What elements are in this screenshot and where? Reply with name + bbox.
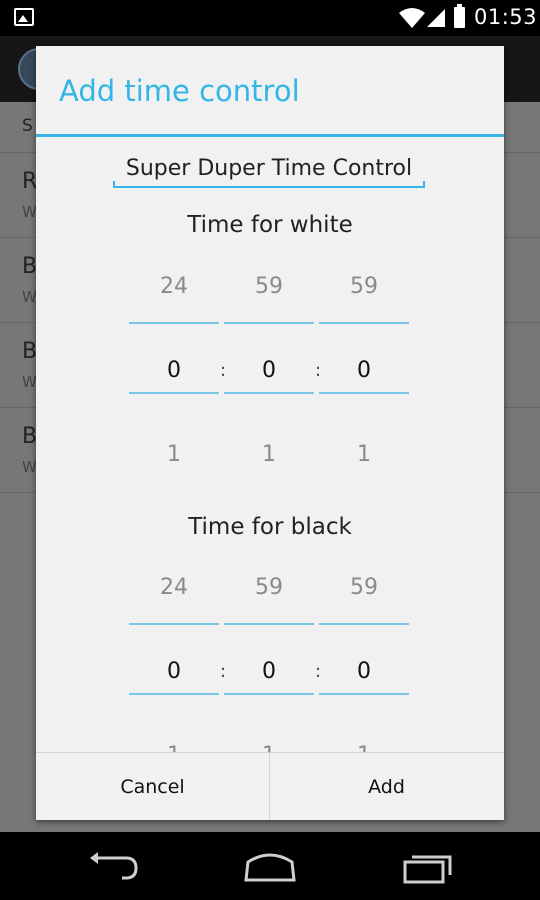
seconds-current-value[interactable]: 0 — [319, 358, 409, 383]
black-hours-picker[interactable]: 24 0 1 — [129, 563, 219, 752]
title-divider — [36, 134, 504, 137]
picker-divider — [319, 623, 409, 625]
status-bar: 01:53 — [0, 0, 540, 36]
hours-current-value[interactable]: 0 — [129, 358, 219, 383]
navigation-bar — [0, 832, 540, 900]
hours-prev-value[interactable]: 24 — [129, 274, 219, 299]
hours-next-value[interactable]: 1 — [129, 743, 219, 752]
minutes-next-value[interactable]: 1 — [224, 743, 314, 752]
white-minutes-picker[interactable]: 59 0 1 — [224, 262, 314, 467]
time-control-name-input[interactable] — [113, 148, 425, 188]
white-time-picker: 24 0 1 : 59 0 1 : 59 0 1 — [129, 262, 409, 467]
picker-divider — [224, 322, 314, 324]
seconds-prev-value[interactable]: 59 — [319, 575, 409, 600]
cancel-button[interactable]: Cancel — [36, 753, 269, 820]
seconds-prev-value[interactable]: 59 — [319, 274, 409, 299]
home-icon[interactable] — [240, 846, 300, 886]
name-input-underline — [113, 181, 425, 188]
add-time-control-dialog: Add time control Time for white 24 0 1 :… — [36, 46, 504, 820]
picker-divider — [224, 693, 314, 695]
picker-divider — [224, 392, 314, 394]
wifi-icon — [399, 8, 425, 28]
picker-divider — [129, 693, 219, 695]
hours-prev-value[interactable]: 24 — [129, 575, 219, 600]
black-time-label: Time for black — [188, 514, 352, 540]
minutes-current-value[interactable]: 0 — [224, 659, 314, 684]
signal-icon — [427, 9, 445, 27]
picker-divider — [129, 392, 219, 394]
minutes-prev-value[interactable]: 59 — [224, 575, 314, 600]
minutes-current-value[interactable]: 0 — [224, 358, 314, 383]
picker-divider — [319, 693, 409, 695]
recents-icon[interactable] — [398, 846, 458, 886]
picker-divider — [319, 392, 409, 394]
black-minutes-picker[interactable]: 59 0 1 — [224, 563, 314, 752]
status-clock: 01:53 — [474, 5, 538, 29]
black-time-picker: 24 0 1 : 59 0 1 : 59 0 1 — [129, 563, 409, 752]
add-button[interactable]: Add — [270, 753, 503, 820]
minutes-prev-value[interactable]: 59 — [224, 274, 314, 299]
picker-divider — [129, 322, 219, 324]
minutes-next-value[interactable]: 1 — [224, 442, 314, 467]
dialog-button-bar: Cancel Add — [36, 752, 504, 820]
dialog-title: Add time control — [59, 74, 300, 108]
hours-next-value[interactable]: 1 — [129, 442, 219, 467]
picker-divider — [319, 322, 409, 324]
picker-divider — [129, 623, 219, 625]
picker-divider — [224, 623, 314, 625]
white-hours-picker[interactable]: 24 0 1 — [129, 262, 219, 467]
seconds-next-value[interactable]: 1 — [319, 743, 409, 752]
image-notification-icon — [14, 8, 34, 26]
black-seconds-picker[interactable]: 59 0 1 — [319, 563, 409, 752]
dialog-scroll-area[interactable]: Time for white 24 0 1 : 59 0 1 : 59 0 1 … — [36, 192, 504, 752]
seconds-next-value[interactable]: 1 — [319, 442, 409, 467]
white-time-label: Time for white — [187, 212, 353, 238]
battery-icon — [454, 4, 465, 28]
back-icon[interactable] — [82, 846, 142, 886]
white-seconds-picker[interactable]: 59 0 1 — [319, 262, 409, 467]
seconds-current-value[interactable]: 0 — [319, 659, 409, 684]
hours-current-value[interactable]: 0 — [129, 659, 219, 684]
